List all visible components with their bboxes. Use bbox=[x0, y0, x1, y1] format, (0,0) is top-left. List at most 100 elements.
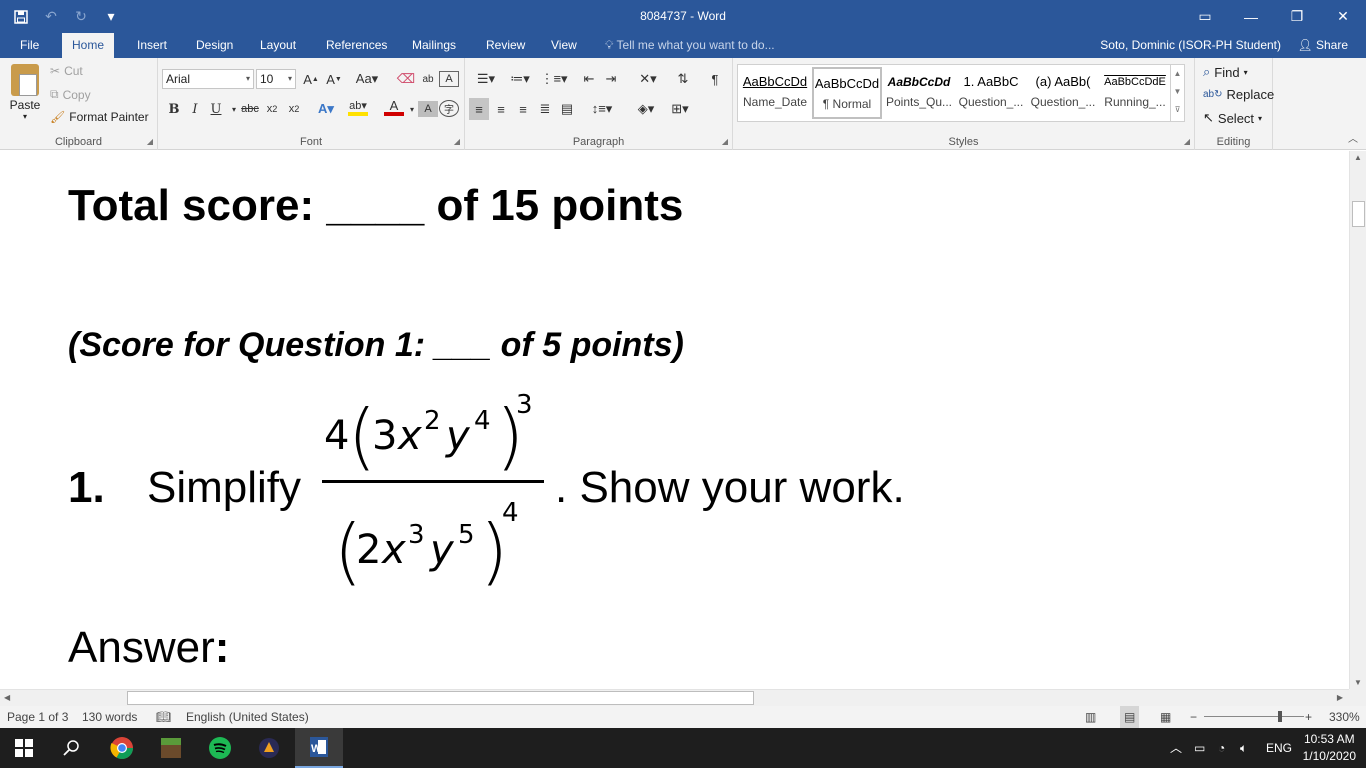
ribbon-display-options-icon[interactable]: ▭ bbox=[1182, 0, 1228, 33]
font-size-select[interactable]: 10 ▾ bbox=[256, 69, 296, 89]
clear-formatting-icon[interactable]: ⌫ bbox=[396, 68, 416, 90]
font-family-select[interactable]: Arial ▾ bbox=[162, 69, 254, 89]
tab-home[interactable]: Home bbox=[62, 33, 115, 58]
tab-layout[interactable]: Layout bbox=[250, 33, 306, 58]
superscript-button[interactable]: x2 bbox=[284, 98, 304, 120]
bullets-icon[interactable]: ☰▾ bbox=[471, 68, 501, 90]
style-points-question[interactable]: AaBbCcDd Points_Qu... bbox=[884, 67, 954, 119]
total-score-line[interactable]: Total score: ____ of 15 points bbox=[68, 181, 683, 231]
tab-design[interactable]: Design bbox=[186, 33, 243, 58]
question-number[interactable]: 1. bbox=[68, 463, 105, 513]
cut-button[interactable]: ✂ Cut bbox=[50, 64, 83, 78]
paste-button[interactable]: Paste ▾ bbox=[6, 64, 44, 121]
restore-button[interactable]: ❐ bbox=[1274, 0, 1320, 33]
dialog-launcher-icon[interactable]: ◢ bbox=[454, 137, 460, 146]
style-question-2[interactable]: (a) AaBb( Question_... bbox=[1028, 67, 1098, 119]
zoom-slider[interactable] bbox=[1204, 706, 1304, 728]
dialog-launcher-icon[interactable]: ◢ bbox=[1184, 137, 1190, 146]
vertical-scrollbar[interactable]: ▲ ▼ bbox=[1349, 151, 1366, 689]
read-mode-icon[interactable]: ▥ bbox=[1085, 706, 1096, 728]
character-shading-icon[interactable]: A bbox=[418, 101, 438, 117]
horizontal-scrollbar[interactable]: ◀ ▶ bbox=[0, 689, 1349, 706]
enclose-characters-icon[interactable]: 字 bbox=[439, 100, 459, 117]
align-center-icon[interactable]: ≡ bbox=[491, 98, 511, 120]
replace-button[interactable]: ab↻ Replace bbox=[1203, 87, 1274, 102]
dialog-launcher-icon[interactable]: ◢ bbox=[722, 137, 728, 146]
select-button[interactable]: ↖ Select ▾ bbox=[1203, 110, 1262, 126]
subscript-button[interactable]: x2 bbox=[262, 98, 282, 120]
style-name-date[interactable]: AaBbCcDd Name_Date bbox=[740, 67, 810, 119]
zoom-slider-thumb[interactable] bbox=[1278, 711, 1282, 722]
increase-indent-icon[interactable]: ⇥ bbox=[601, 68, 621, 90]
scroll-up-icon[interactable]: ▲ bbox=[1350, 153, 1366, 162]
print-layout-icon[interactable]: ▤ bbox=[1120, 706, 1140, 728]
line-spacing-icon[interactable]: ↕≡▾ bbox=[587, 98, 617, 120]
text-effects-icon[interactable]: A▾ bbox=[316, 98, 336, 120]
scroll-left-icon[interactable]: ◀ bbox=[4, 690, 10, 706]
start-icon[interactable] bbox=[0, 728, 48, 768]
vertical-scroll-thumb[interactable] bbox=[1352, 201, 1365, 227]
chevron-down-icon[interactable]: ▼ bbox=[1171, 83, 1184, 101]
share-button[interactable]: 👤︎ Share bbox=[1297, 33, 1348, 58]
math-fraction[interactable]: 4 ( 3 x 2 y 4 ) 3 ( 2 x 3 y 5 ) 4 bbox=[320, 391, 550, 591]
find-button[interactable]: ⌕ Find ▾ bbox=[1203, 64, 1248, 80]
style-normal[interactable]: AaBbCcDd ¶ Normal bbox=[812, 67, 882, 119]
tab-insert[interactable]: Insert bbox=[127, 33, 177, 58]
copy-button[interactable]: ⧉ Copy bbox=[50, 87, 91, 102]
word-icon[interactable]: W bbox=[295, 728, 343, 768]
dialog-launcher-icon[interactable]: ◢ bbox=[147, 137, 153, 146]
close-button[interactable]: ✕ bbox=[1320, 0, 1366, 33]
clock[interactable]: 10:53 AM 1/10/2020 bbox=[1303, 731, 1356, 765]
strikethrough-button[interactable]: abc bbox=[240, 98, 260, 120]
collapse-ribbon-icon[interactable]: ︿ bbox=[1348, 130, 1358, 145]
search-icon[interactable] bbox=[48, 728, 96, 768]
scroll-down-icon[interactable]: ▼ bbox=[1350, 678, 1366, 687]
justify-icon[interactable]: ≣ bbox=[535, 98, 555, 120]
tell-me-box[interactable]: 💡︎ Tell me what you want to do... bbox=[605, 33, 775, 58]
italic-button[interactable]: I bbox=[185, 98, 205, 120]
tab-file[interactable]: File bbox=[10, 33, 49, 58]
horizontal-scroll-thumb[interactable] bbox=[127, 691, 754, 705]
character-border-icon[interactable]: A bbox=[439, 71, 459, 87]
language-indicator[interactable]: ENG bbox=[1266, 728, 1292, 768]
show-hidden-icons[interactable]: ︿ bbox=[1170, 728, 1182, 768]
web-layout-icon[interactable]: ▦ bbox=[1160, 706, 1171, 728]
answer-label[interactable]: Answer: bbox=[68, 623, 229, 673]
zoom-out-button[interactable]: − bbox=[1190, 706, 1197, 728]
game-icon[interactable] bbox=[245, 728, 293, 768]
style-question-1[interactable]: 1. AaBbC Question_... bbox=[956, 67, 1026, 119]
tab-references[interactable]: References bbox=[316, 33, 397, 58]
tab-review[interactable]: Review bbox=[476, 33, 535, 58]
minimize-button[interactable]: — bbox=[1228, 0, 1274, 33]
sort-icon[interactable]: ⇅ bbox=[673, 68, 693, 90]
change-case-icon[interactable]: Aa▾ bbox=[353, 68, 381, 90]
text-direction-icon[interactable]: ✕▾ bbox=[635, 68, 661, 90]
multilevel-list-icon[interactable]: ⋮≡▾ bbox=[539, 68, 569, 90]
style-running-head[interactable]: AaBbCcDdE Running_... bbox=[1100, 67, 1170, 119]
scroll-right-icon[interactable]: ▶ bbox=[1337, 690, 1343, 706]
proofing-icon[interactable]: 📖︎ bbox=[156, 706, 171, 728]
font-color-icon[interactable]: A bbox=[384, 98, 404, 116]
word-count[interactable]: 130 words bbox=[82, 706, 137, 728]
format-painter-button[interactable]: 🖌︎ Format Painter bbox=[50, 110, 149, 124]
distributed-icon[interactable]: ▤ bbox=[557, 98, 577, 120]
borders-icon[interactable]: ⊞▾ bbox=[665, 98, 695, 120]
chrome-icon[interactable] bbox=[98, 728, 146, 768]
chevron-up-icon[interactable]: ▲ bbox=[1171, 65, 1184, 83]
grow-font-icon[interactable]: A ▲ bbox=[301, 68, 321, 90]
battery-icon[interactable]: ▭ bbox=[1194, 728, 1205, 768]
zoom-in-button[interactable]: + bbox=[1305, 706, 1312, 728]
page-count[interactable]: Page 1 of 3 bbox=[7, 706, 68, 728]
tab-view[interactable]: View bbox=[541, 33, 587, 58]
user-name[interactable]: Soto, Dominic (ISOR-PH Student) bbox=[1100, 33, 1281, 58]
show-formatting-marks-icon[interactable]: ¶ bbox=[705, 68, 725, 90]
spotify-icon[interactable] bbox=[196, 728, 244, 768]
align-right-icon[interactable]: ≡ bbox=[513, 98, 533, 120]
language[interactable]: English (United States) bbox=[186, 706, 309, 728]
question-score-line[interactable]: (Score for Question 1: ___ of 5 points) bbox=[68, 326, 684, 365]
bold-button[interactable]: B bbox=[164, 98, 184, 120]
wifi-icon[interactable]: ◔ bbox=[1218, 728, 1225, 768]
question-lead-text[interactable]: Simplify bbox=[147, 463, 301, 513]
zoom-level[interactable]: 330% bbox=[1329, 706, 1360, 728]
highlight-color-icon[interactable]: ab▾ bbox=[348, 98, 368, 116]
